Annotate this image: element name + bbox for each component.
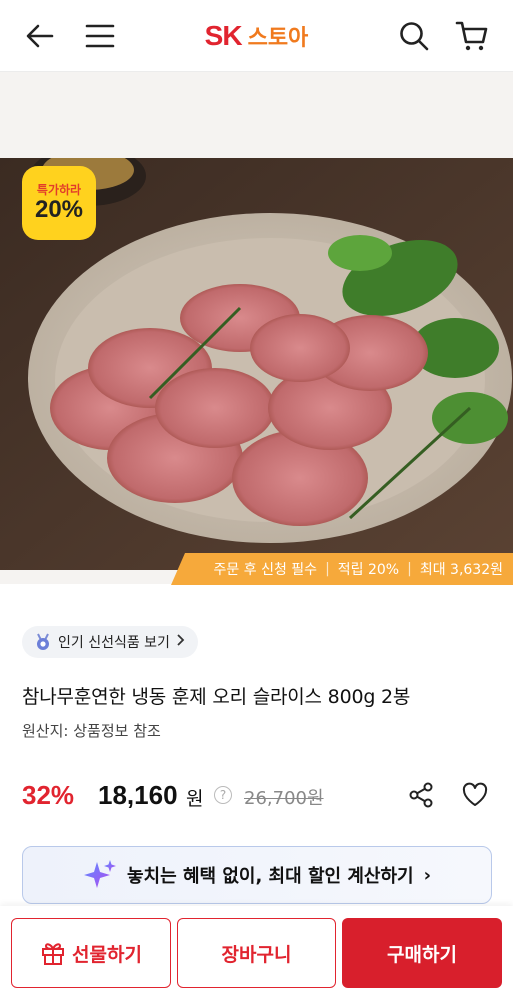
product-title: 참나무훈연한 냉동 훈제 오리 슬라이스 800g 2봉	[22, 686, 411, 708]
discount-calculator-banner[interactable]: 놓치는 혜택 없이, 최대 할인 계산하기 ›	[22, 846, 492, 904]
benefit-reward-rate: 적립 20%	[337, 562, 400, 578]
logo-store: 스토아	[247, 26, 309, 51]
badge-label: 특가하라	[36, 183, 82, 197]
gift-button[interactable]: 선물하기	[11, 918, 171, 988]
product-origin: 원산지: 상품정보 참조	[22, 722, 161, 740]
currency-unit: 원	[186, 788, 204, 810]
chevron-right-icon: ›	[423, 864, 431, 886]
price-row: 32% 18,160 원 ? 26,700원	[22, 776, 492, 816]
discount-rate: 32%	[22, 780, 75, 810]
medal-icon	[37, 633, 49, 650]
fresh-food-link-label: 인기 신선식품 보기	[58, 635, 170, 651]
divider: |	[325, 561, 330, 577]
add-to-cart-button[interactable]: 장바구니	[177, 918, 336, 988]
product-image-area: 특가하라 20%	[0, 72, 513, 584]
calculator-banner-text: 놓치는 혜택 없이, 최대 할인 계산하기	[127, 866, 414, 887]
search-icon[interactable]	[394, 16, 434, 56]
share-icon[interactable]	[406, 780, 436, 810]
buy-now-button[interactable]: 구매하기	[342, 918, 502, 988]
special-discount-badge: 특가하라 20%	[22, 166, 96, 240]
top-header: SK 스토아	[0, 0, 513, 72]
sparkle-icon	[84, 860, 116, 888]
chevron-right-icon	[176, 633, 186, 651]
badge-percent: 20%	[34, 196, 84, 223]
price-info-icon[interactable]: ?	[214, 786, 232, 804]
logo-sk: SK	[204, 20, 243, 51]
heart-icon[interactable]	[460, 780, 490, 810]
benefit-condition: 주문 후 신청 필수	[213, 562, 318, 578]
benefit-strip: 주문 후 신청 필수 | 적립 20% | 최대 3,632원	[171, 553, 513, 585]
fresh-food-link[interactable]: 인기 신선식품 보기	[22, 626, 198, 658]
gift-icon	[42, 943, 65, 965]
buy-button-label: 구매하기	[387, 943, 457, 966]
benefit-max-amount: 최대 3,632원	[419, 562, 503, 578]
bottom-action-bar: 선물하기 장바구니 구매하기	[0, 906, 513, 1000]
sk-stoa-logo[interactable]: SK 스토아	[0, 18, 513, 57]
gift-button-label: 선물하기	[72, 943, 142, 966]
original-price: 26,700원	[244, 788, 324, 809]
cart-button-label: 장바구니	[221, 943, 292, 966]
divider: |	[407, 561, 412, 577]
sale-price: 18,160	[98, 780, 178, 810]
cart-icon[interactable]	[452, 16, 492, 56]
